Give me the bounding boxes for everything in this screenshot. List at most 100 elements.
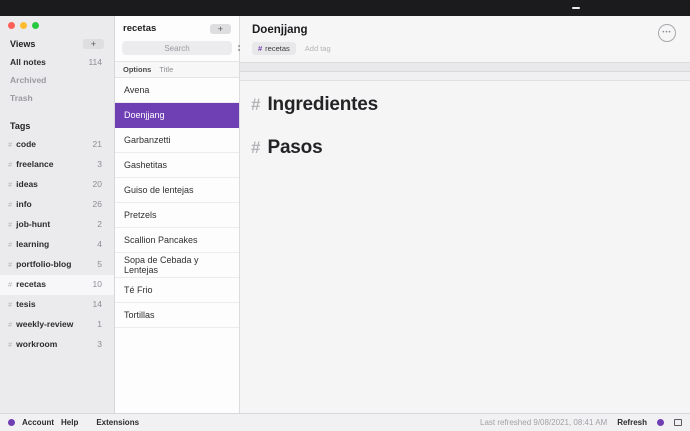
tag-count: 3	[97, 339, 102, 349]
note-list-item[interactable]: Guiso de lentejas	[115, 178, 239, 203]
markdown-hash: #	[251, 138, 260, 158]
sidebar: Views + All notes 114 Archived Trash Tag…	[0, 16, 115, 413]
tag-item[interactable]: # tesis 14	[0, 295, 114, 315]
sync-status-icon	[657, 419, 664, 426]
list-options-button[interactable]: Options	[123, 65, 151, 74]
zoom-window-button[interactable]	[32, 22, 39, 29]
hash-icon: #	[8, 340, 12, 349]
tag-count: 10	[93, 279, 102, 289]
account-status-icon	[8, 419, 15, 426]
note-list-item[interactable]: Té Frio	[115, 278, 239, 303]
list-sort-row: Options Title	[115, 61, 239, 78]
note-list-item[interactable]: Tortillas	[115, 303, 239, 328]
tag-item[interactable]: # info 26	[0, 195, 114, 215]
tag-count: 20	[93, 179, 102, 189]
notes-list-title: recetas	[123, 23, 156, 34]
note-title-field[interactable]: Doenjjang	[252, 24, 678, 36]
input-source-icon[interactable]	[572, 7, 580, 9]
tag-label: portfolio-blog	[16, 259, 93, 269]
tag-item[interactable]: # weekly-review 1	[0, 315, 114, 335]
tag-count: 5	[97, 259, 102, 269]
section-heading: Ingredientes	[267, 94, 378, 116]
extensions-button[interactable]: Extensions	[96, 418, 139, 427]
tag-label: info	[16, 199, 88, 209]
menu-bar-status-icons	[436, 7, 682, 9]
menu-bar	[0, 0, 690, 16]
view-count: 114	[88, 57, 102, 67]
hash-icon: #	[8, 140, 12, 149]
hash-icon: #	[8, 260, 12, 269]
markdown-preview: # Ingredientes # Pasos	[240, 81, 690, 159]
tag-item[interactable]: # job-hunt 2	[0, 215, 114, 235]
tag-label: ideas	[16, 179, 88, 189]
markdown-hash: #	[251, 95, 260, 115]
tag-label: workroom	[16, 339, 93, 349]
note-list-item[interactable]: Sopa de Cebada y Lentejas	[115, 253, 239, 278]
tag-label: job-hunt	[16, 219, 93, 229]
search-input[interactable]	[122, 41, 232, 55]
tag-item[interactable]: # learning 4	[0, 235, 114, 255]
note-list-item[interactable]: Pretzels	[115, 203, 239, 228]
tags-header: Tags	[10, 121, 30, 131]
note-options-button[interactable]: •••	[658, 24, 676, 42]
editor-panel: Doenjjang ••• # recetas Add tag	[240, 16, 690, 413]
hash-icon: #	[8, 160, 12, 169]
tag-label: code	[16, 139, 88, 149]
tags-list: # code 21 # freelance 3	[0, 135, 114, 355]
tag-item[interactable]: # recetas 10	[0, 275, 114, 295]
tag-count: 2	[97, 219, 102, 229]
status-bar: Account Help Extensions Last refreshed 9…	[0, 413, 690, 431]
note-list-item[interactable]: Doenjjang	[115, 103, 239, 128]
tag-count: 21	[93, 139, 102, 149]
account-button[interactable]: Account	[22, 418, 54, 427]
note-list-item[interactable]: Scallion Pancakes	[115, 228, 239, 253]
list-sort-title-button[interactable]: Title	[159, 65, 173, 74]
note-tag-chip[interactable]: # recetas	[252, 42, 296, 55]
tag-item[interactable]: # workroom 3	[0, 335, 114, 355]
notes-list: Avena Doenjjang Garbanzetti Gashetitas G…	[115, 78, 239, 328]
views-header: Views	[10, 39, 35, 49]
view-item[interactable]: All notes 114	[0, 53, 114, 71]
tag-item[interactable]: # freelance 3	[0, 155, 114, 175]
add-note-button[interactable]: +	[210, 24, 231, 34]
refresh-button[interactable]: Refresh	[617, 418, 647, 427]
minimize-window-button[interactable]	[20, 22, 27, 29]
notes-list-panel: recetas + Options Title Avena Doenjjang …	[115, 16, 240, 413]
tag-item[interactable]: # portfolio-blog 5	[0, 255, 114, 275]
add-view-button[interactable]: +	[83, 39, 104, 49]
hash-icon: #	[8, 280, 12, 289]
note-list-item[interactable]: Gashetitas	[115, 153, 239, 178]
tag-count: 1	[97, 319, 102, 329]
tag-label: recetas	[16, 279, 88, 289]
last-refreshed-text: Last refreshed 9/08/2021, 08:41 AM	[480, 418, 607, 427]
view-item[interactable]: Archived	[0, 71, 114, 89]
hash-icon: #	[8, 240, 12, 249]
tag-count: 3	[97, 159, 102, 169]
tag-label: learning	[16, 239, 93, 249]
tag-label: freelance	[16, 159, 93, 169]
close-window-button[interactable]	[8, 22, 15, 29]
window-controls	[0, 16, 114, 33]
hash-icon: #	[258, 44, 262, 53]
markdown-section: # Pasos	[251, 137, 678, 159]
hash-icon: #	[8, 200, 12, 209]
markdown-section: # Ingredientes	[251, 94, 678, 116]
note-list-item[interactable]: Avena	[115, 78, 239, 103]
views-list: All notes 114 Archived Trash	[0, 53, 114, 107]
help-button[interactable]: Help	[61, 418, 78, 427]
note-list-item[interactable]: Garbanzetti	[115, 128, 239, 153]
tag-label: tesis	[16, 299, 88, 309]
view-item[interactable]: Trash	[0, 89, 114, 107]
section-heading: Pasos	[267, 137, 322, 159]
formatting-toolbar	[240, 72, 690, 81]
add-tag-input[interactable]: Add tag	[305, 44, 331, 53]
window-icon[interactable]	[674, 419, 682, 426]
tag-item[interactable]: # ideas 20	[0, 175, 114, 195]
hash-icon: #	[8, 300, 12, 309]
hash-icon: #	[8, 320, 12, 329]
hash-icon: #	[8, 220, 12, 229]
tag-item[interactable]: # code 21	[0, 135, 114, 155]
hash-icon: #	[8, 180, 12, 189]
tag-label: weekly-review	[16, 319, 93, 329]
tag-count: 26	[93, 199, 102, 209]
